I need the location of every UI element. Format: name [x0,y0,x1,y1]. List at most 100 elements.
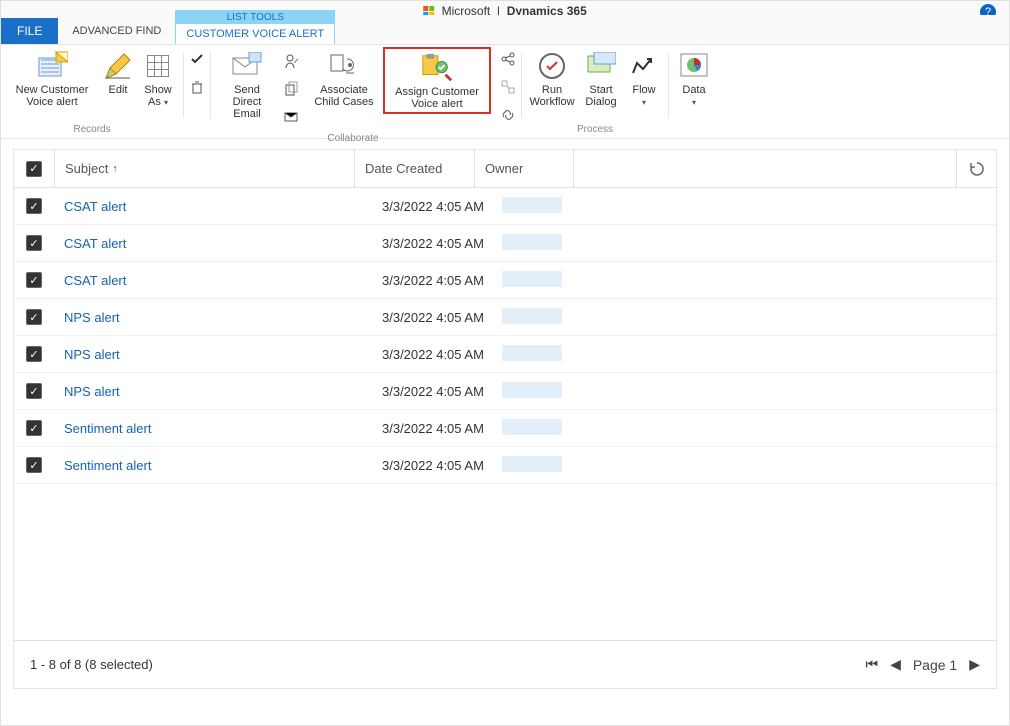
delete-icon[interactable] [187,77,207,97]
row-checkbox[interactable]: ✓ [14,383,54,399]
tab-customer-voice-alert[interactable]: LIST TOOLS CUSTOMER VOICE ALERT [175,10,335,44]
share-icon[interactable] [498,49,518,69]
ribbon-mini-group-1 [184,45,210,138]
ribbon-group-collaborate: Send Direct Email Associate Child Cases … [211,45,495,138]
table-row[interactable]: ✓NPS alert3/3/2022 4:05 AM [14,299,996,336]
data-button[interactable]: Data▾ [673,47,715,111]
row-owner [492,234,592,253]
row-checkbox[interactable]: ✓ [14,235,54,251]
flow-button[interactable]: Flow▾ [624,47,664,111]
ribbon-group-process: Run Workflow Start Dialog Flow▾ Process [522,45,668,138]
tab-file[interactable]: FILE [1,18,58,44]
copy-link-icon[interactable] [282,79,302,99]
row-owner [492,345,592,364]
row-checkbox[interactable]: ✓ [14,457,54,473]
grid-header: ✓ Subject ↑ Date Created Owner [14,150,996,188]
ribbon-mini-group-3 [495,45,521,138]
row-date: 3/3/2022 4:05 AM [372,347,492,362]
row-owner [492,197,592,216]
row-date: 3/3/2022 4:05 AM [372,199,492,214]
edit-button[interactable]: Edit [99,47,137,98]
row-owner [492,382,592,401]
row-subject-link[interactable]: NPS alert [54,310,372,325]
ribbon: New Customer Voice alert Edit Show As ▾ … [1,45,1009,139]
ribbon-mini-group-2 [279,47,305,131]
row-subject-link[interactable]: NPS alert [54,384,372,399]
start-dialog-button[interactable]: Start Dialog [578,47,624,110]
approve-icon[interactable] [187,49,207,69]
tab-strip: FILE ADVANCED FIND LIST TOOLS CUSTOMER V… [1,15,1009,45]
grid-status: 1 - 8 of 8 (8 selected) [30,657,153,672]
show-as-icon [142,50,174,82]
pager-first-button[interactable]: ⏮ [865,656,878,673]
row-subject-link[interactable]: CSAT alert [54,199,372,214]
caret-down-icon: ▾ [642,98,646,107]
assign-user-icon[interactable] [282,51,302,71]
row-owner [492,308,592,327]
assign-alert-icon [421,52,453,84]
table-row[interactable]: ✓CSAT alert3/3/2022 4:05 AM [14,262,996,299]
row-subject-link[interactable]: Sentiment alert [54,421,372,436]
tab-advanced-find[interactable]: ADVANCED FIND [58,18,175,44]
app-header: Microsoft | Dynamics 365 [1,1,1009,15]
grid-footer: 1 - 8 of 8 (8 selected) ⏮ ◀ Page 1 ▶ [14,640,996,688]
row-date: 3/3/2022 4:05 AM [372,384,492,399]
row-checkbox[interactable]: ✓ [14,309,54,325]
caret-down-icon: ▾ [692,98,696,107]
send-direct-email-button[interactable]: Send Direct Email [215,47,279,122]
email-icon [231,50,263,82]
row-checkbox[interactable]: ✓ [14,198,54,214]
row-owner [492,419,592,438]
dialog-icon [585,50,617,82]
pager-next-button[interactable]: ▶ [969,656,980,673]
pager: ⏮ ◀ Page 1 ▶ [865,656,980,673]
column-date-created[interactable]: Date Created [354,150,474,187]
associate-child-cases-button[interactable]: Associate Child Cases [305,47,383,110]
show-as-button[interactable]: Show As ▾ [137,47,179,111]
new-customer-voice-alert-button[interactable]: New Customer Voice alert [5,47,99,110]
row-subject-link[interactable]: NPS alert [54,347,372,362]
table-row[interactable]: ✓NPS alert3/3/2022 4:05 AM [14,336,996,373]
connect-icon[interactable] [498,77,518,97]
row-date: 3/3/2022 4:05 AM [372,458,492,473]
pager-prev-button[interactable]: ◀ [890,656,901,673]
table-row[interactable]: ✓Sentiment alert3/3/2022 4:05 AM [14,410,996,447]
table-row[interactable]: ✓CSAT alert3/3/2022 4:05 AM [14,188,996,225]
sort-asc-icon: ↑ [112,163,118,175]
refresh-button[interactable] [956,150,996,187]
column-owner[interactable]: Owner [474,150,574,187]
select-all-checkbox[interactable]: ✓ [14,150,54,187]
tab-list-tools-main: CUSTOMER VOICE ALERT [176,24,334,44]
row-owner [492,456,592,475]
email-link-icon[interactable] [282,107,302,127]
ribbon-group-records: New Customer Voice alert Edit Show As ▾ … [1,45,183,138]
flow-icon [628,50,660,82]
workflow-icon [536,50,568,82]
row-subject-link[interactable]: Sentiment alert [54,458,372,473]
row-subject-link[interactable]: CSAT alert [54,236,372,251]
row-subject-link[interactable]: CSAT alert [54,273,372,288]
grid-body: ✓CSAT alert3/3/2022 4:05 AM✓CSAT alert3/… [14,188,996,640]
grid-frame: ✓ Subject ↑ Date Created Owner ✓CSAT ale… [13,149,997,689]
table-row[interactable]: ✓NPS alert3/3/2022 4:05 AM [14,373,996,410]
tab-list-tools-super: LIST TOOLS [176,11,334,24]
row-checkbox[interactable]: ✓ [14,420,54,436]
cases-icon [328,50,360,82]
column-subject[interactable]: Subject ↑ [54,150,354,187]
row-checkbox[interactable]: ✓ [14,272,54,288]
pager-page-label: Page 1 [913,657,957,673]
edit-icon [102,50,134,82]
link-icon[interactable] [498,105,518,125]
ribbon-group-data: Data▾ [669,45,719,138]
content-area: ✓ Subject ↑ Date Created Owner ✓CSAT ale… [1,139,1009,689]
table-row[interactable]: ✓CSAT alert3/3/2022 4:05 AM [14,225,996,262]
data-chart-icon [678,50,710,82]
caret-down-icon: ▾ [164,98,168,107]
table-row[interactable]: ✓Sentiment alert3/3/2022 4:05 AM [14,447,996,484]
row-checkbox[interactable]: ✓ [14,346,54,362]
run-workflow-button[interactable]: Run Workflow [526,47,578,110]
assign-customer-voice-alert-button[interactable]: Assign Customer Voice alert [383,47,491,114]
row-date: 3/3/2022 4:05 AM [372,273,492,288]
row-date: 3/3/2022 4:05 AM [372,236,492,251]
row-owner [492,271,592,290]
